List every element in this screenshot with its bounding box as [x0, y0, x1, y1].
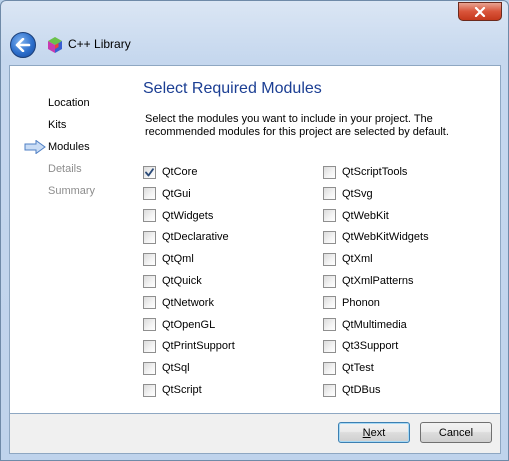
module-label: Phonon: [342, 296, 380, 309]
module-option-qtdbus[interactable]: QtDBus: [323, 382, 381, 398]
module-option-qtsql[interactable]: QtSql: [143, 360, 190, 376]
module-label: Qt3Support: [342, 340, 399, 353]
module-label: QtOpenGL: [162, 318, 216, 331]
module-option-phonon[interactable]: Phonon: [323, 295, 380, 311]
module-option-qtqml[interactable]: QtQml: [143, 251, 194, 267]
module-option-qtscripttools[interactable]: QtScriptTools: [323, 164, 407, 180]
module-label: QtWebKitWidgets: [342, 231, 429, 244]
module-label: QtMultimedia: [342, 318, 407, 331]
next-accelerator: N: [362, 426, 371, 439]
nav-step-kits: Kits: [48, 119, 67, 131]
module-label: QtSql: [162, 362, 190, 375]
module-checkbox[interactable]: [323, 252, 336, 266]
back-arrow-icon: [15, 38, 31, 52]
module-checkbox[interactable]: [323, 361, 336, 375]
module-checkbox[interactable]: [323, 165, 336, 179]
module-option-qtquick[interactable]: QtQuick: [143, 273, 202, 289]
close-icon: [474, 6, 486, 17]
nav-step-details: Details: [48, 163, 82, 175]
module-option-qtscript[interactable]: QtScript: [143, 382, 202, 398]
module-label: QtScript: [162, 384, 202, 396]
module-option-qtmultimedia[interactable]: QtMultimedia: [323, 317, 407, 333]
nav-step-summary: Summary: [48, 185, 96, 197]
module-option-qtcore[interactable]: QtCore: [143, 164, 197, 180]
module-checkbox[interactable]: [143, 252, 156, 266]
module-option-qtwebkitwidgets[interactable]: QtWebKitWidgets: [323, 229, 429, 245]
page-title: Select Required Modules: [143, 80, 322, 97]
module-option-qttest[interactable]: QtTest: [323, 360, 374, 376]
module-label: QtScriptTools: [342, 166, 408, 178]
module-label: QtWebKit: [342, 209, 389, 222]
module-option-qtopengl[interactable]: QtOpenGL: [143, 317, 215, 333]
module-checkbox[interactable]: [323, 318, 336, 332]
qt-creator-app-icon: [48, 37, 62, 53]
close-button[interactable]: [458, 2, 502, 21]
module-option-qt3support[interactable]: Qt3Support: [323, 338, 398, 354]
wizard-window: C++ Library Location Kits Modules Detail…: [0, 0, 509, 461]
module-option-qtgui[interactable]: QtGui: [143, 186, 191, 202]
wizard-page: Location Kits Modules Details Summary Se…: [9, 65, 501, 414]
module-checkbox[interactable]: [323, 187, 336, 201]
module-checkbox[interactable]: [323, 209, 336, 223]
module-option-qtxml[interactable]: QtXml: [323, 251, 373, 267]
module-label: QtDeclarative: [162, 231, 229, 244]
nav-step-modules: Modules: [48, 141, 90, 153]
button-bar: Next Cancel: [9, 414, 501, 454]
module-label: QtCore: [162, 166, 198, 178]
module-option-qtprintsupport[interactable]: QtPrintSupport: [143, 338, 235, 354]
module-checkbox[interactable]: [143, 209, 156, 223]
module-option-qtsvg[interactable]: QtSvg: [323, 186, 373, 202]
module-label: QtXml: [342, 253, 373, 266]
next-button[interactable]: Next: [338, 422, 410, 443]
module-label: QtXmlPatterns: [342, 275, 414, 287]
module-option-qtdeclarative[interactable]: QtDeclarative: [143, 229, 229, 245]
module-label: QtQml: [162, 253, 194, 266]
window-title: C++ Library: [68, 37, 131, 51]
module-option-qtwebkit[interactable]: QtWebKit: [323, 208, 389, 224]
module-checkbox[interactable]: [143, 318, 156, 332]
module-checkbox[interactable]: [143, 274, 156, 288]
module-checkbox[interactable]: [323, 274, 336, 288]
current-step-arrow-icon: [24, 140, 46, 154]
module-checkbox[interactable]: [143, 187, 156, 201]
checkmark-icon: [145, 167, 154, 176]
module-checkbox[interactable]: [323, 296, 336, 310]
module-checkbox[interactable]: [143, 230, 156, 244]
module-checkbox[interactable]: [143, 296, 156, 310]
module-checkbox[interactable]: [323, 383, 336, 397]
cancel-button[interactable]: Cancel: [420, 422, 492, 443]
module-checkbox[interactable]: [323, 339, 336, 353]
back-button[interactable]: [10, 32, 36, 58]
module-label: QtWidgets: [162, 209, 214, 222]
module-option-qtxmlpatterns[interactable]: QtXmlPatterns: [323, 273, 414, 289]
module-option-qtnetwork[interactable]: QtNetwork: [143, 295, 214, 311]
module-checkbox[interactable]: [143, 165, 156, 179]
module-label: QtDBus: [342, 384, 381, 396]
module-checkbox[interactable]: [143, 383, 156, 397]
window-title-blurred: [61, 4, 191, 18]
next-label-rest: ext: [370, 426, 386, 439]
module-label: QtTest: [342, 362, 374, 375]
nav-step-location: Location: [48, 97, 90, 109]
module-checkbox[interactable]: [323, 230, 336, 244]
module-label: QtQuick: [162, 275, 202, 287]
module-label: QtSvg: [342, 187, 373, 200]
module-label: QtPrintSupport: [162, 340, 235, 353]
module-label: QtGui: [162, 187, 191, 200]
page-description: Select the modules you want to include i…: [145, 113, 449, 138]
module-label: QtNetwork: [162, 296, 214, 309]
module-checkbox[interactable]: [143, 339, 156, 353]
module-checkbox[interactable]: [143, 361, 156, 375]
module-option-qtwidgets[interactable]: QtWidgets: [143, 208, 213, 224]
